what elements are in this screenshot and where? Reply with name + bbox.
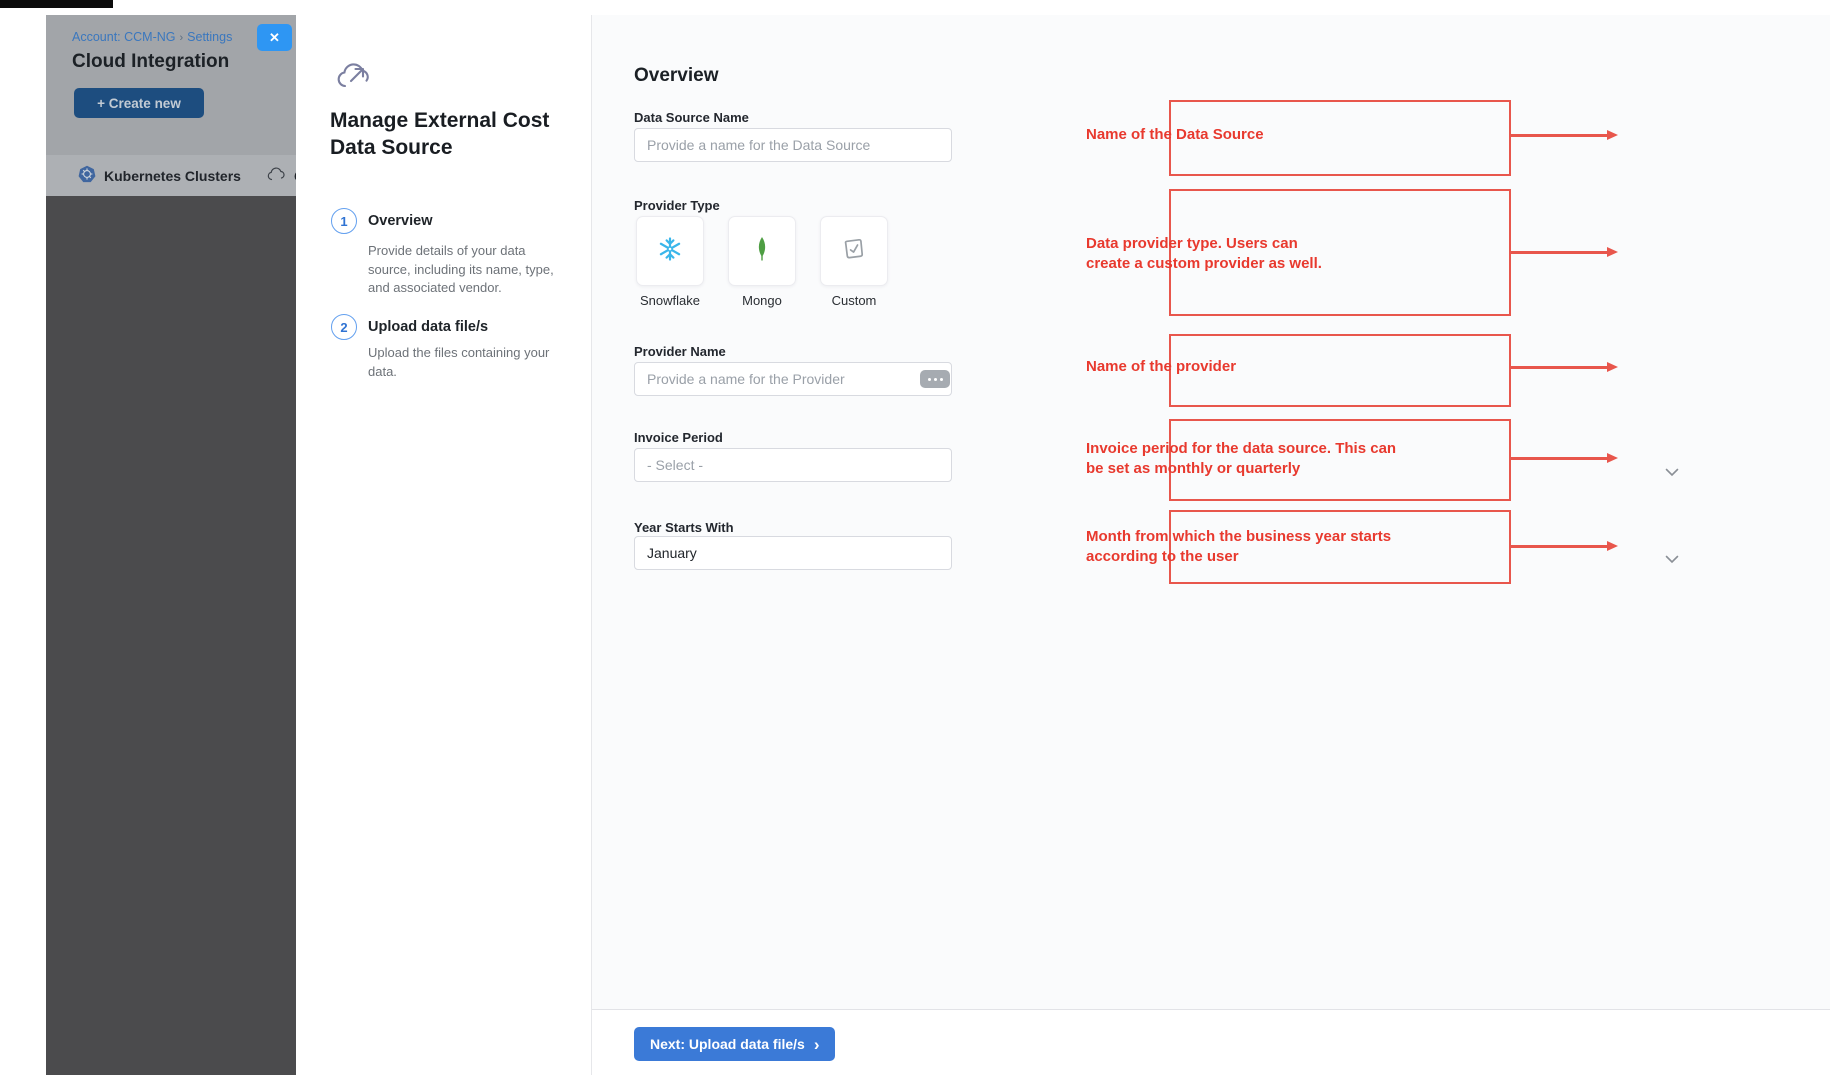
step-1-indicator: 1 bbox=[331, 208, 357, 234]
page-title: Cloud Integration bbox=[72, 51, 229, 73]
next-button-label: Next: Upload data file/s bbox=[650, 1036, 805, 1052]
step-2-indicator: 2 bbox=[331, 314, 357, 340]
provider-name-label: Provider Name bbox=[634, 344, 726, 359]
cloud-icon bbox=[267, 167, 286, 184]
kubernetes-icon bbox=[78, 165, 96, 186]
provider-card-snowflake[interactable] bbox=[636, 216, 704, 286]
breadcrumb-settings-link[interactable]: Settings bbox=[187, 30, 232, 44]
year-starts-with-label: Year Starts With bbox=[634, 520, 734, 535]
more-options-icon[interactable] bbox=[920, 370, 950, 388]
chevron-down-icon[interactable] bbox=[1665, 551, 1679, 560]
breadcrumb-account-link[interactable]: Account: CCM-NG bbox=[72, 30, 176, 44]
provider-card-mongo[interactable] bbox=[728, 216, 796, 286]
tab-kubernetes-clusters[interactable]: Kubernetes Clusters bbox=[78, 165, 241, 186]
create-new-button[interactable]: + Create new bbox=[74, 88, 204, 118]
step-2-title[interactable]: Upload data file/s bbox=[368, 319, 488, 335]
invoice-period-select[interactable]: - Select - bbox=[634, 448, 952, 482]
year-starts-with-select[interactable]: January bbox=[634, 536, 952, 570]
step-2-description: Upload the files containing your data. bbox=[368, 344, 580, 381]
tab-label: Kubernetes Clusters bbox=[104, 168, 241, 184]
breadcrumb-separator-icon: › bbox=[180, 32, 184, 44]
dialog-title: Manage External Cost Data Source bbox=[330, 107, 570, 161]
browser-artifact-strip bbox=[0, 0, 113, 8]
background-page: Account: CCM-NG ›Settings Cloud Integrati… bbox=[46, 15, 296, 1075]
app-window: Account: CCM-NG›Settings Cloud Integrati… bbox=[46, 15, 1830, 1075]
form-section-heading: Overview bbox=[634, 65, 719, 87]
snowflake-icon bbox=[657, 236, 683, 267]
step-1-description: Provide details of your data source, inc… bbox=[368, 242, 580, 298]
data-source-name-input[interactable] bbox=[634, 128, 952, 162]
data-source-name-label: Data Source Name bbox=[634, 110, 749, 125]
provider-card-label: Snowflake bbox=[640, 293, 700, 308]
provider-type-cards: Snowflake Mongo bbox=[636, 216, 888, 308]
provider-card-label: Custom bbox=[832, 293, 877, 308]
custom-badge-icon bbox=[841, 236, 867, 267]
invoice-period-label: Invoice Period bbox=[634, 430, 723, 445]
breadcrumb: Account: CCM-NG ›Settings bbox=[72, 30, 232, 44]
close-icon: ✕ bbox=[269, 30, 280, 45]
dialog-steps-panel: Manage External Cost Data Source 1 Overv… bbox=[296, 15, 592, 1075]
mongo-leaf-icon bbox=[756, 236, 768, 267]
provider-type-label: Provider Type bbox=[634, 198, 720, 213]
invoice-period-value: - Select - bbox=[647, 457, 703, 473]
year-starts-with-value: January bbox=[647, 545, 697, 561]
chevron-right-icon: › bbox=[814, 1036, 820, 1053]
screenshot-canvas: Account: CCM-NG›Settings Cloud Integrati… bbox=[0, 0, 1830, 1082]
close-button[interactable]: ✕ bbox=[257, 24, 292, 51]
page-tab-bar: Kubernetes Clusters C bbox=[46, 155, 296, 196]
chevron-down-icon[interactable] bbox=[1665, 464, 1679, 473]
dialog-footer: Next: Upload data file/s › bbox=[592, 1010, 1830, 1075]
provider-card-custom[interactable] bbox=[820, 216, 888, 286]
tab-cloud-clipped[interactable]: C bbox=[267, 167, 296, 184]
cloud-export-icon bbox=[333, 58, 371, 99]
provider-name-input[interactable] bbox=[634, 362, 952, 396]
dialog-form-panel: Overview Data Source Name Provider Type bbox=[592, 15, 1830, 1075]
next-upload-button[interactable]: Next: Upload data file/s › bbox=[634, 1027, 835, 1061]
provider-card-label: Mongo bbox=[742, 293, 782, 308]
step-1-title[interactable]: Overview bbox=[368, 213, 433, 229]
